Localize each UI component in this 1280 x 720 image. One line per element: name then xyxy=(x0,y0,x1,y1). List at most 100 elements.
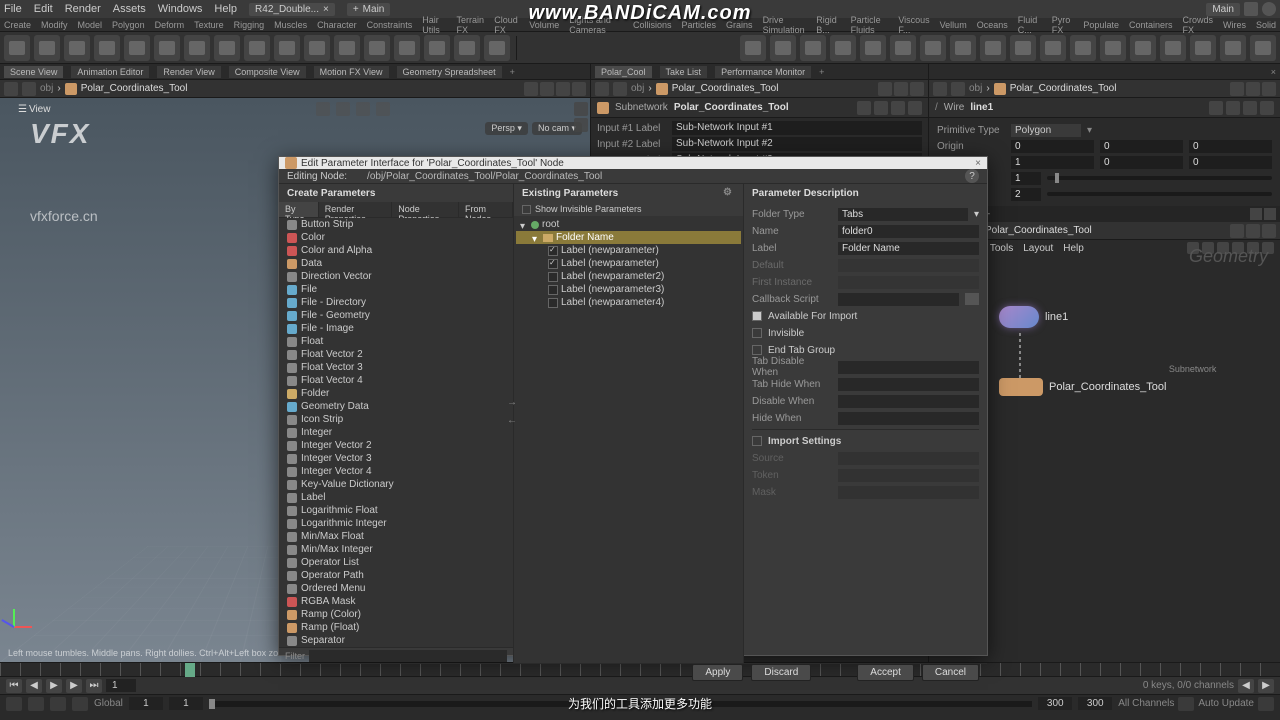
name-field[interactable]: folder0 xyxy=(838,225,979,238)
param-type-item[interactable]: Float Vector 2 xyxy=(279,348,513,361)
shelf-tab[interactable]: Solid xyxy=(1256,20,1276,30)
add-tab-mid-icon[interactable]: + xyxy=(819,67,824,77)
param-type-item[interactable]: Logarithmic Float xyxy=(279,504,513,517)
shelf-tab[interactable]: Terrain FX xyxy=(457,15,485,35)
prim-type-dropdown[interactable]: Polygon xyxy=(1011,124,1081,137)
param-type-item[interactable]: Integer xyxy=(279,426,513,439)
param-type-item[interactable]: Min/Max Integer xyxy=(279,543,513,556)
available-checkbox[interactable] xyxy=(752,311,762,321)
first-frame-icon[interactable]: ⏮ xyxy=(6,679,22,693)
leaf-checkbox[interactable] xyxy=(548,285,558,295)
playhead[interactable] xyxy=(185,663,195,677)
sb-global-icon[interactable] xyxy=(72,697,88,711)
param-type-item[interactable]: Direction Vector xyxy=(279,270,513,283)
path-node-name[interactable]: Polar_Coordinates_Tool xyxy=(81,83,188,94)
move-left-icon[interactable]: ← xyxy=(504,412,520,428)
shelf-tool-font[interactable] xyxy=(364,35,390,61)
sb-update-icon[interactable] xyxy=(1178,697,1194,711)
folder-type-dropdown[interactable]: Tabs xyxy=(838,208,968,221)
help2-icon[interactable] xyxy=(908,101,922,115)
hide-field[interactable] xyxy=(838,412,979,425)
points-slider[interactable] xyxy=(1047,192,1272,196)
invisible-checkbox[interactable] xyxy=(752,328,762,338)
shelf-tool-line[interactable] xyxy=(184,35,210,61)
shelf-tool-stereo[interactable] xyxy=(1130,35,1156,61)
param-type-item[interactable]: File - Directory xyxy=(279,296,513,309)
ng-path[interactable]: Polar_Coordinates_Tool xyxy=(985,225,1092,236)
tree-root[interactable]: ▾root xyxy=(516,218,741,231)
shelf-tab[interactable]: Character xyxy=(317,20,357,30)
callback-lang-icon[interactable] xyxy=(965,293,979,305)
sb-loop-icon[interactable] xyxy=(50,697,66,711)
import-checkbox[interactable] xyxy=(752,436,762,446)
tab-by-type[interactable]: By Type xyxy=(279,202,319,217)
param-type-item[interactable]: Label xyxy=(279,491,513,504)
param-type-item[interactable]: Integer Vector 3 xyxy=(279,452,513,465)
direction-y[interactable]: 0 xyxy=(1100,156,1183,169)
param-type-item[interactable]: Color and Alpha xyxy=(279,244,513,257)
r-back-icon[interactable] xyxy=(933,82,947,96)
shelf-tab[interactable]: Create xyxy=(4,20,31,30)
shelf-tab[interactable]: Wires xyxy=(1223,20,1246,30)
param-type-item[interactable]: Folder xyxy=(279,387,513,400)
drop-icon[interactable] xyxy=(572,82,586,96)
param-type-item[interactable]: Operator List xyxy=(279,556,513,569)
param-type-item[interactable]: RGBA Mask xyxy=(279,595,513,608)
shelf-tab[interactable]: Cloud FX xyxy=(494,15,519,35)
ng-close-icon[interactable] xyxy=(1264,208,1276,220)
shelf-tool-l-system[interactable] xyxy=(424,35,450,61)
shelf-tool-stereo-camera[interactable] xyxy=(1250,35,1276,61)
shelf-tab[interactable]: Hair Utils xyxy=(422,15,446,35)
rotate-tool-icon[interactable] xyxy=(356,102,370,116)
param-type-item[interactable]: Geometry Data xyxy=(279,400,513,413)
nav-back-icon[interactable] xyxy=(4,82,18,96)
tab-disable-field[interactable] xyxy=(838,361,979,374)
viewport-opt-icon[interactable] xyxy=(574,102,588,116)
tab-hide-field[interactable] xyxy=(838,378,979,391)
ng-float-icon[interactable] xyxy=(1262,224,1276,238)
param-type-item[interactable]: Ramp (Color) xyxy=(279,608,513,621)
ng-menu-tools[interactable]: Tools xyxy=(990,243,1013,254)
shelf-tab[interactable]: Pyro FX xyxy=(1052,15,1074,35)
ng-pin-icon[interactable] xyxy=(1246,224,1260,238)
shelf-tab[interactable]: Fluid C... xyxy=(1018,15,1042,35)
shelf-tab[interactable]: Containers xyxy=(1129,20,1173,30)
discard-button[interactable]: Discard xyxy=(751,664,811,681)
mid-path-name[interactable]: Polar_Coordinates_Tool xyxy=(672,83,779,94)
right-tabs-close[interactable]: × xyxy=(1271,67,1276,77)
camera-type-pill[interactable]: Persp ▾ xyxy=(485,122,528,135)
shelf-tool-metaball[interactable] xyxy=(454,35,480,61)
label-field[interactable]: Folder Name xyxy=(838,242,979,255)
shelf-tool-spray-paint[interactable] xyxy=(334,35,360,61)
shelf-tab[interactable]: Rigging xyxy=(234,20,265,30)
tab-render-view[interactable]: Render View xyxy=(157,66,220,78)
folder-type-chevron-icon[interactable]: ▾ xyxy=(974,209,979,220)
shelf-tool-distant[interactable] xyxy=(770,35,796,61)
existing-gear-icon[interactable]: ⚙ xyxy=(723,187,735,199)
viewport-display-icon[interactable] xyxy=(574,118,588,132)
tree-leaf[interactable]: Label (newparameter) xyxy=(516,257,741,270)
param-type-item[interactable]: Button Strip xyxy=(279,218,513,231)
shelf-tab[interactable]: Particle Fluids xyxy=(851,15,889,35)
node-line1[interactable]: line1 xyxy=(999,306,1068,328)
node-polar-tool[interactable]: Subnetwork Polar_Coordinates_Tool xyxy=(999,378,1166,396)
play-fwd-icon[interactable]: ▶ xyxy=(66,679,82,693)
tab-composite[interactable]: Composite View xyxy=(229,66,306,78)
param-type-item[interactable]: File - Geometry xyxy=(279,309,513,322)
shelf-tool-switcher[interactable] xyxy=(1220,35,1246,61)
r-info-icon[interactable] xyxy=(1243,101,1257,115)
param-type-item[interactable]: Min/Max Float xyxy=(279,530,513,543)
callback-field[interactable] xyxy=(838,293,959,306)
desktop-tab-2[interactable]: + Main xyxy=(347,3,391,16)
tab-polar-cool[interactable]: Polar_Cool xyxy=(595,66,652,78)
shelf-tab[interactable]: Crowds FX xyxy=(1182,15,1213,35)
shelf-tool-sphere[interactable] xyxy=(34,35,60,61)
shelf-tool-torus[interactable] xyxy=(94,35,120,61)
current-frame[interactable]: 1 xyxy=(106,679,136,692)
menu-help[interactable]: Help xyxy=(214,3,237,15)
tab-take-list[interactable]: Take List xyxy=(660,66,708,78)
param-type-item[interactable]: Color xyxy=(279,231,513,244)
tab-geo-spread[interactable]: Geometry Spreadsheet xyxy=(397,66,502,78)
show-invisible-checkbox[interactable] xyxy=(522,205,531,214)
mid-pin-icon[interactable] xyxy=(878,82,892,96)
